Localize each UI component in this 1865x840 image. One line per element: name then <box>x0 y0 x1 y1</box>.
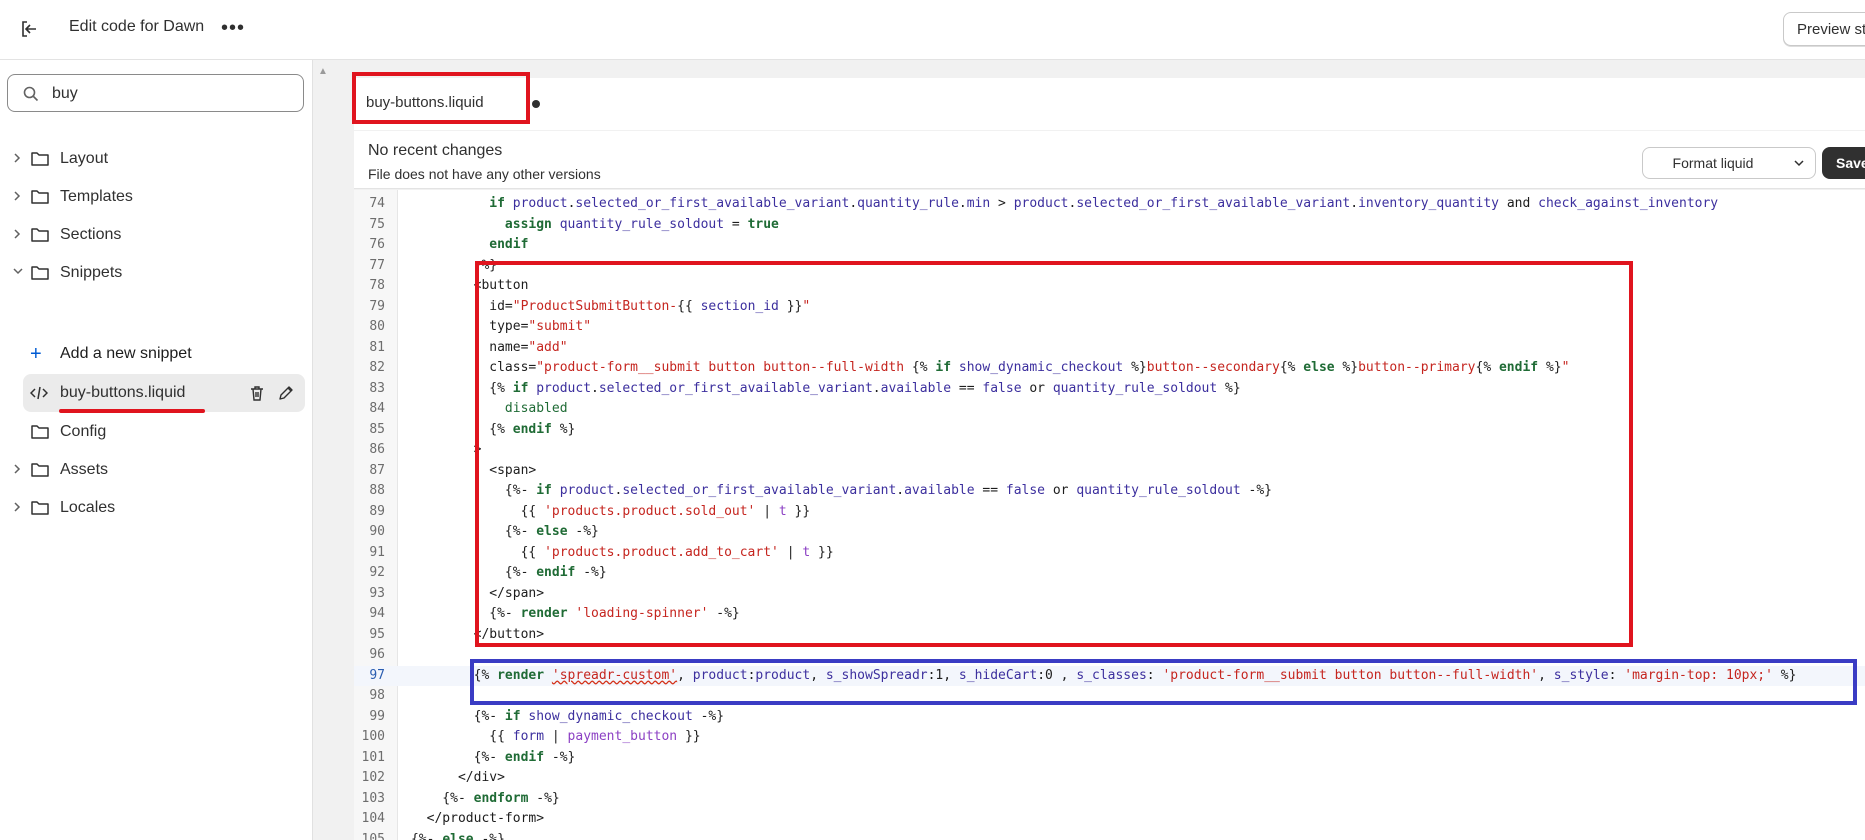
code-line: 93 </span> <box>369 585 545 601</box>
tab-buy-buttons[interactable]: buy-buttons.liquid <box>366 94 484 111</box>
folder-label: Layout <box>60 150 109 167</box>
code-line: 96 <box>369 647 385 662</box>
search-icon <box>23 86 39 102</box>
folder-locales[interactable]: Locales <box>0 491 313 525</box>
chevron-down-icon <box>1794 160 1804 167</box>
code-line: 92 {%- endif -%} <box>369 565 607 580</box>
chevron-right-icon <box>14 191 21 201</box>
file-item-buy-buttons[interactable]: buy-buttons.liquid <box>23 374 305 412</box>
folder-icon <box>31 152 49 166</box>
folder-label: Templates <box>60 188 133 205</box>
chevron-right-icon <box>14 464 21 474</box>
code-line: 80 type="submit" <box>369 319 592 334</box>
scroll-up-icon[interactable]: ▲ <box>318 66 328 77</box>
top-bar: Edit code for Dawn ••• Preview st <box>0 0 1865 60</box>
folder-icon <box>31 501 49 515</box>
code-editor[interactable]: 74 if product.selected_or_first_availabl… <box>354 190 1865 840</box>
code-line: 104 </product-form> <box>361 811 545 826</box>
code-line: 83 {% if product.selected_or_first_avail… <box>369 380 1241 396</box>
code-line-active: 97 {% render 'spreadr-custom', product:p… <box>354 665 1865 686</box>
chevron-down-icon <box>13 268 23 275</box>
version-status-title: No recent changes <box>368 142 503 159</box>
file-search <box>7 74 304 112</box>
tab-strip: buy-buttons.liquid <box>354 78 1865 130</box>
code-line: 89 {{ 'products.product.sold_out' | t }} <box>369 503 811 519</box>
format-options-button[interactable] <box>1783 147 1816 179</box>
code-line: 82 class="product-form__submit button bu… <box>369 360 1570 375</box>
exit-icon[interactable] <box>18 18 40 40</box>
folder-layout[interactable]: Layout <box>0 142 313 176</box>
more-actions-button[interactable]: ••• <box>221 17 245 40</box>
file-header: No recent changes File does not have any… <box>354 131 1865 189</box>
folder-label: Assets <box>60 461 109 478</box>
unsaved-dot-icon <box>532 100 540 108</box>
folder-icon <box>31 425 49 439</box>
code-line: 102 </div> <box>361 770 505 785</box>
trash-icon[interactable] <box>248 384 266 402</box>
code-line: 98 <box>369 688 385 703</box>
code-line: 100 {{ form | payment_button }} <box>361 729 701 744</box>
format-liquid-button[interactable]: Format liquid <box>1642 147 1784 179</box>
plus-icon: + <box>30 343 42 365</box>
folder-assets[interactable]: Assets <box>0 453 313 487</box>
code-line: 84 disabled <box>369 401 568 416</box>
code-line: 90 {%- else -%} <box>369 524 599 539</box>
code-line: 78 <button <box>369 278 529 293</box>
chevron-right-icon <box>14 502 21 512</box>
folder-sections[interactable]: Sections <box>0 218 313 252</box>
code-line: 88 {%- if product.selected_or_first_avai… <box>369 483 1273 498</box>
file-sidebar: Layout Templates Sections Snippets + Add… <box>0 60 313 840</box>
file-label: buy-buttons.liquid <box>60 384 186 401</box>
code-line: 87 <span> <box>369 462 537 478</box>
code-line: 86 > <box>369 442 482 457</box>
search-input[interactable] <box>50 81 294 107</box>
page-title: Edit code for Dawn <box>69 18 205 35</box>
folder-icon <box>31 463 49 477</box>
folder-icon <box>31 190 49 204</box>
folder-label: Locales <box>60 499 116 516</box>
version-status-subtitle: File does not have any other versions <box>368 166 601 182</box>
code-line: 103 {%- endform -%} <box>361 790 560 806</box>
folder-label: Sections <box>60 226 122 243</box>
code-line: 105 {%- else -%} <box>361 831 505 840</box>
code-line: 91 {{ 'products.product.add_to_cart' | t… <box>369 544 834 560</box>
code-line: 75 assign quantity_rule_soldout = true <box>369 216 779 232</box>
folder-icon <box>31 266 49 280</box>
code-line: 76 endif <box>369 237 529 252</box>
folder-snippets[interactable]: Snippets <box>0 256 313 290</box>
preview-store-button[interactable]: Preview st <box>1783 12 1865 46</box>
code-line: 95 </button> <box>369 626 545 642</box>
code-line: 74 if product.selected_or_first_availabl… <box>369 196 1719 211</box>
save-button[interactable]: Save <box>1822 147 1865 179</box>
code-file-icon <box>30 386 48 400</box>
pencil-icon[interactable] <box>277 384 295 402</box>
folder-templates[interactable]: Templates <box>0 180 313 214</box>
code-line: 79 id="ProductSubmitButton-{{ section_id… <box>369 298 811 314</box>
code-line: 85 {% endif %} <box>369 421 576 437</box>
chevron-right-icon <box>14 229 21 239</box>
folder-label: Snippets <box>60 264 123 281</box>
chevron-right-icon <box>14 153 21 163</box>
folder-config[interactable]: Config <box>0 415 313 449</box>
code-line: 101 {%- endif -%} <box>361 749 576 765</box>
annotation-underline <box>59 409 205 413</box>
code-line: 94 {%- render 'loading-spinner' -%} <box>369 606 740 621</box>
folder-label: Config <box>60 423 107 440</box>
code-line: 77 -%} <box>369 257 498 273</box>
code-line: 81 name="add" <box>369 339 568 355</box>
folder-icon <box>31 228 49 242</box>
code-line: 99 {%- if show_dynamic_checkout -%} <box>369 708 725 724</box>
